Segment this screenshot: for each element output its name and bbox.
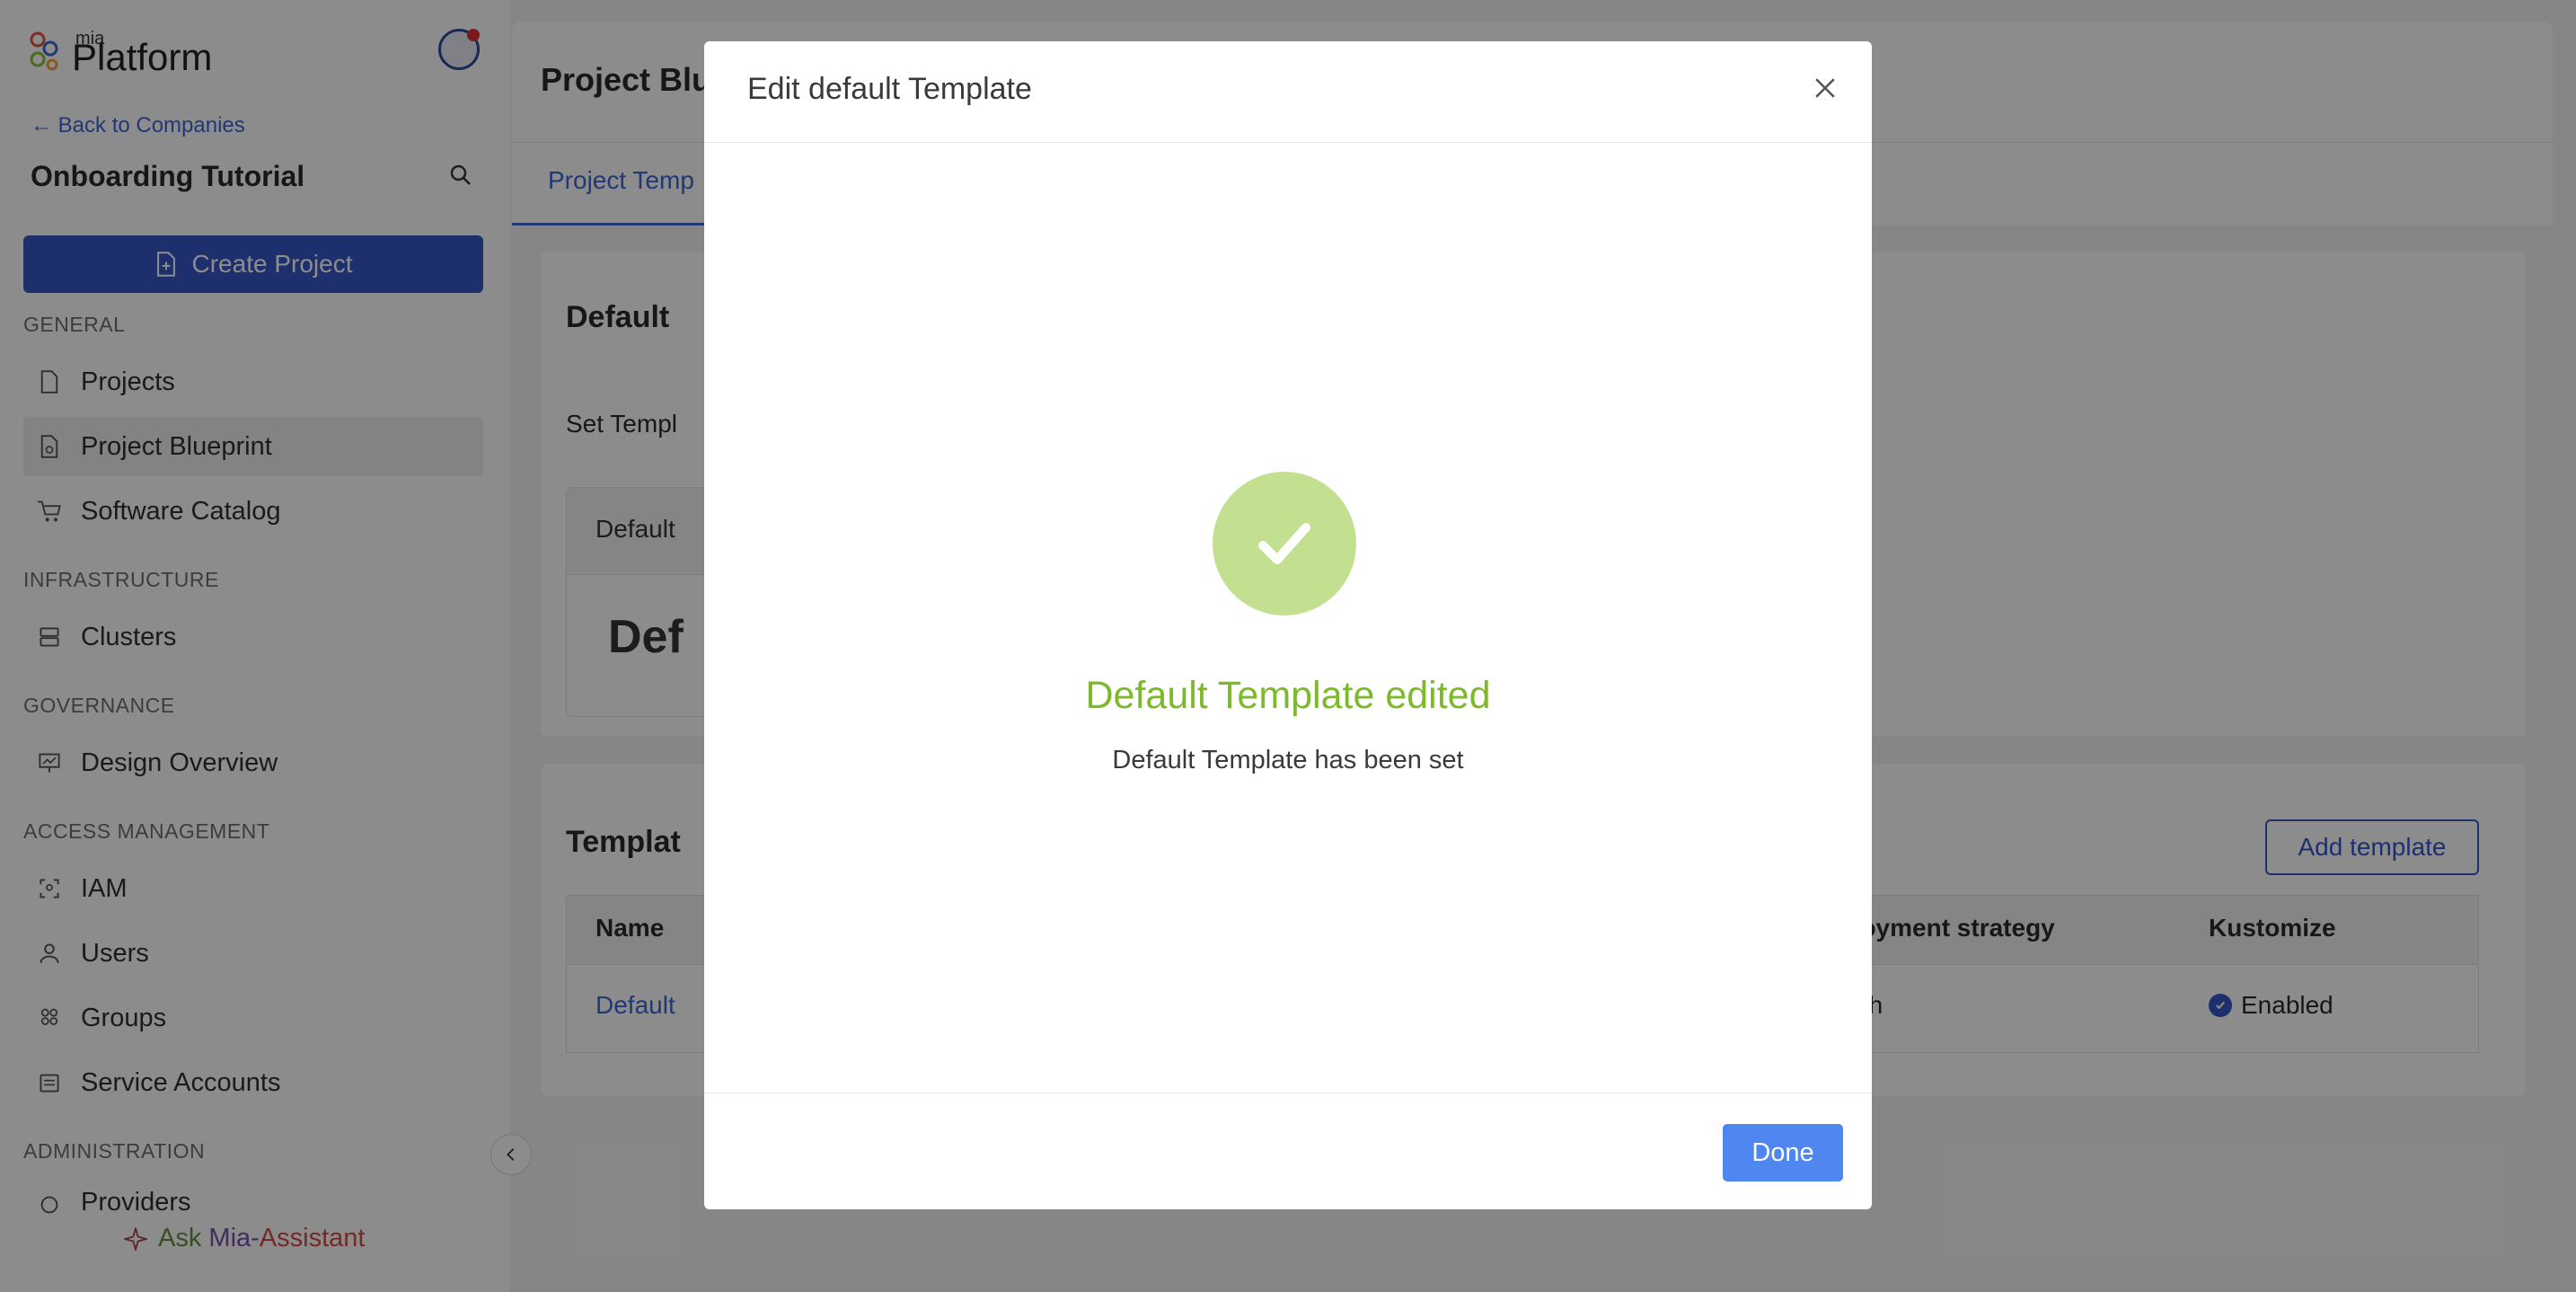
close-button[interactable] bbox=[1807, 70, 1843, 106]
success-subtitle: Default Template has been set bbox=[1112, 746, 1464, 774]
done-button[interactable]: Done bbox=[1723, 1124, 1843, 1181]
modal-header: Edit default Template bbox=[704, 41, 1872, 143]
success-check-icon bbox=[1213, 472, 1356, 615]
modal-footer: Done bbox=[704, 1093, 1872, 1210]
modal-title: Edit default Template bbox=[747, 72, 1032, 106]
edit-default-template-modal: Edit default Template Default Template e… bbox=[704, 41, 1872, 1209]
close-icon bbox=[1815, 78, 1835, 98]
success-title: Default Template edited bbox=[1085, 674, 1491, 717]
